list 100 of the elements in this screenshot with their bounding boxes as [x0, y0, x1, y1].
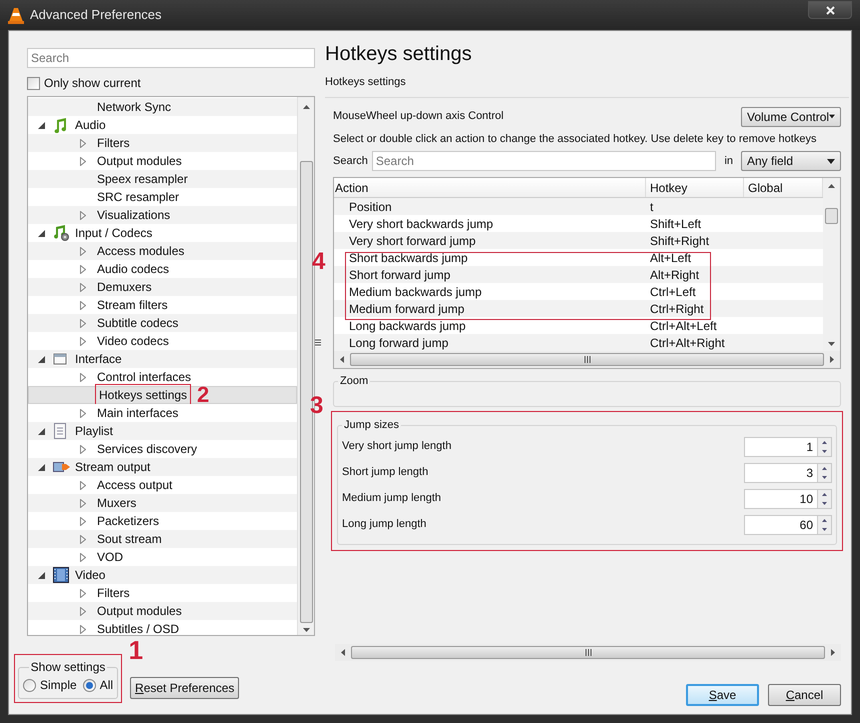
tree-item[interactable]: Playlist: [28, 422, 297, 440]
collapse-arrow-icon[interactable]: [38, 428, 45, 434]
mousewheel-dropdown[interactable]: Volume Control: [741, 106, 841, 126]
table-cell-text: Ctrl+Right: [649, 300, 705, 318]
expand-arrow-icon[interactable]: [80, 606, 86, 616]
field-dropdown[interactable]: Any field: [741, 151, 841, 171]
tree-item[interactable]: Muxers: [28, 494, 297, 512]
scroll-down-icon[interactable]: [828, 342, 835, 346]
stream-output-icon: [53, 460, 71, 474]
column-header[interactable]: Action: [334, 178, 646, 197]
collapse-arrow-icon[interactable]: [38, 122, 45, 128]
expand-arrow-icon[interactable]: [80, 264, 86, 274]
scroll-thumb[interactable]: [300, 161, 312, 623]
in-label: in: [724, 154, 733, 169]
expand-arrow-icon[interactable]: [80, 588, 86, 598]
tree-item[interactable]: Video: [28, 566, 297, 584]
tree-item-label: Interface: [75, 351, 122, 368]
radio-button[interactable]: [23, 678, 36, 692]
tree-item-label: Audio codecs: [96, 261, 170, 278]
tree-item-label: Output modules: [96, 153, 183, 170]
tree-item[interactable]: Access modules: [28, 242, 297, 260]
search-field[interactable]: Search: [27, 48, 315, 68]
expand-arrow-icon[interactable]: [80, 372, 86, 382]
collapse-arrow-icon[interactable]: [38, 356, 45, 362]
expand-arrow-icon[interactable]: [80, 282, 86, 292]
column-header[interactable]: Hotkey: [646, 178, 744, 197]
spin-box[interactable]: 3: [744, 462, 832, 482]
scroll-down-icon[interactable]: [302, 628, 310, 632]
scroll-thumb[interactable]: [350, 353, 824, 366]
expand-arrow-icon[interactable]: [80, 210, 86, 220]
grip-icon: [584, 649, 592, 656]
table-cell-text: Ctrl+Alt+Right: [649, 334, 726, 351]
tree-item[interactable]: Stream output: [28, 458, 297, 476]
close-button[interactable]: [808, 1, 852, 19]
scroll-thumb[interactable]: [825, 208, 838, 224]
scroll-right-icon[interactable]: [831, 649, 835, 656]
table-cell-text: Position: [348, 198, 393, 216]
tree-item[interactable]: Filters: [28, 134, 297, 152]
save-button[interactable]: Save: [686, 684, 759, 706]
tree-item[interactable]: Speex resampler: [28, 170, 297, 188]
scroll-up-icon[interactable]: [828, 184, 835, 188]
spin-box[interactable]: 60: [744, 514, 832, 534]
expand-arrow-icon[interactable]: [80, 156, 86, 166]
tree-item[interactable]: Interface: [28, 350, 297, 368]
spin-up-icon[interactable]: [818, 516, 831, 524]
expand-arrow-icon[interactable]: [80, 300, 86, 310]
hotkey-search-field[interactable]: Search: [372, 151, 716, 171]
splitter-grip-icon[interactable]: [315, 339, 321, 346]
tree-item[interactable]: Output modules: [28, 602, 297, 620]
horizontal-scrollbar[interactable]: [335, 644, 841, 661]
checkbox[interactable]: [27, 76, 40, 90]
collapse-arrow-icon[interactable]: [38, 464, 45, 470]
expand-arrow-icon[interactable]: [80, 516, 86, 526]
reset-preferences-button[interactable]: Reset Preferences: [130, 677, 240, 699]
expand-arrow-icon[interactable]: [80, 444, 86, 454]
field-label: Long jump length: [342, 517, 426, 532]
scroll-right-icon[interactable]: [830, 356, 834, 363]
table-cell-text: Ctrl+Alt+Left: [649, 318, 718, 334]
tree-item-label: Filters: [96, 585, 131, 602]
window-icon: [53, 352, 67, 366]
tree-item-label: Subtitles / OSD: [96, 621, 180, 635]
expand-arrow-icon[interactable]: [80, 246, 86, 256]
annotation-number: 3: [310, 394, 324, 418]
vertical-scrollbar[interactable]: [823, 178, 840, 351]
tree-item[interactable]: Subtitle codecs: [28, 314, 297, 332]
scroll-left-icon[interactable]: [341, 649, 345, 656]
spin-up-icon[interactable]: [818, 490, 831, 498]
expand-arrow-icon[interactable]: [80, 552, 86, 562]
table-cell-text: Medium backwards jump: [348, 284, 483, 300]
expand-arrow-icon[interactable]: [80, 624, 86, 634]
window-title: Advanced Preferences: [30, 6, 162, 24]
scroll-left-icon[interactable]: [340, 356, 344, 363]
tree-item[interactable]: Sout stream: [28, 530, 297, 548]
spin-up-icon[interactable]: [818, 438, 831, 446]
expand-arrow-icon[interactable]: [80, 138, 86, 148]
tree-item-label: Video: [75, 567, 106, 584]
spin-box[interactable]: 1: [744, 436, 832, 456]
expand-arrow-icon[interactable]: [80, 318, 86, 328]
annotation-number: 2: [197, 384, 210, 406]
collapse-arrow-icon[interactable]: [38, 230, 45, 236]
cancel-button[interactable]: Cancel: [768, 684, 841, 706]
group-title: Zoom: [339, 374, 370, 389]
scroll-up-icon[interactable]: [302, 105, 310, 109]
spin-up-icon[interactable]: [818, 464, 831, 472]
tree-item[interactable]: Hotkeys settings 2: [28, 386, 297, 404]
tree-item-label: Sout stream: [96, 531, 163, 548]
expand-arrow-icon[interactable]: [80, 498, 86, 508]
tree-item[interactable]: Visualizations: [28, 206, 297, 224]
spin-box[interactable]: 10: [744, 488, 832, 508]
expand-arrow-icon[interactable]: [80, 480, 86, 490]
expand-arrow-icon[interactable]: [80, 534, 86, 544]
collapse-arrow-icon[interactable]: [38, 572, 45, 578]
horizontal-scrollbar[interactable]: [334, 351, 840, 368]
scroll-thumb[interactable]: [351, 646, 825, 659]
tree-item[interactable]: Network Sync: [28, 98, 297, 116]
expand-arrow-icon[interactable]: [80, 336, 86, 346]
tree-item-label: Video codecs: [96, 333, 170, 350]
expand-arrow-icon[interactable]: [80, 408, 86, 418]
radio-button[interactable]: [82, 678, 96, 692]
tree-item[interactable]: Demuxers: [28, 278, 297, 296]
